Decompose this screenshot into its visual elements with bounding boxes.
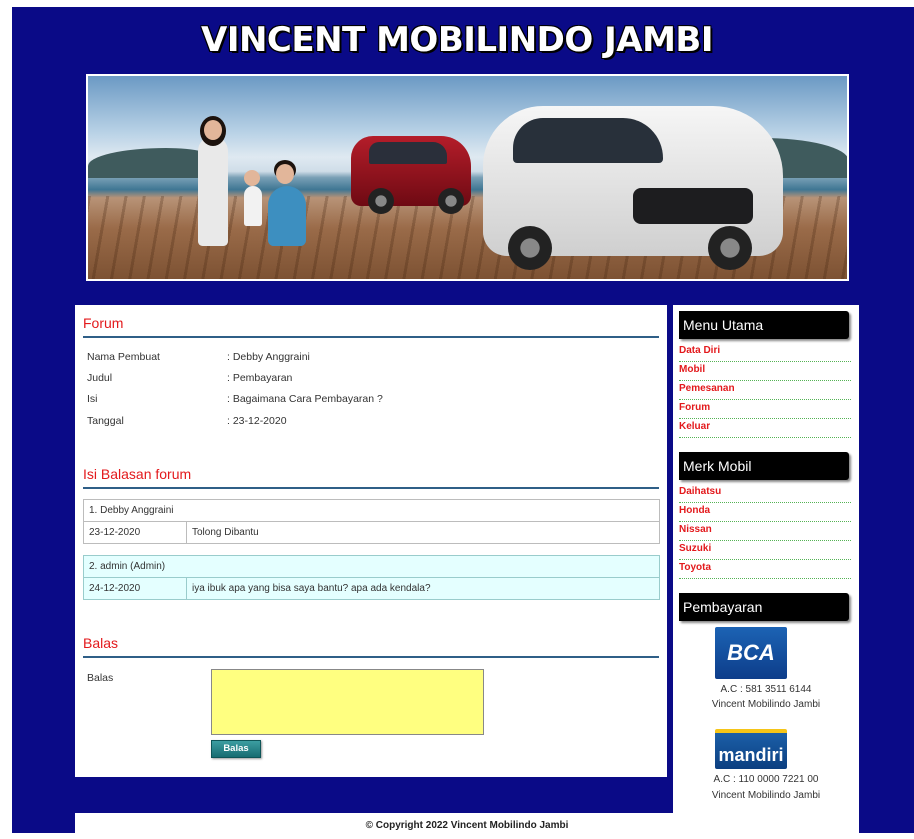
brand-link-suzuki[interactable]: Suzuki — [679, 541, 851, 560]
menu-link-forum[interactable]: Forum — [679, 400, 851, 419]
reply-body-row: 24-12-2020 iya ibuk apa yang bisa saya b… — [83, 577, 660, 600]
brand-link-honda[interactable]: Honda — [679, 503, 851, 522]
mandiri-holder: Vincent Mobilindo Jambi — [711, 790, 821, 801]
replies-heading: Isi Balasan forum — [83, 466, 659, 489]
mandiri-logo: mandiri — [715, 729, 787, 769]
reply-form-heading: Balas — [83, 635, 659, 658]
brand-heading: Merk Mobil — [679, 452, 849, 480]
menu-link-keluar[interactable]: Keluar — [679, 419, 851, 438]
info-row-date: Tanggal : 23-12-2020 — [87, 415, 287, 427]
reply-label: Balas — [87, 672, 114, 684]
info-row-title: Judul : Pembayaran — [87, 372, 292, 384]
reply-author-row: 1. Debby Anggraini — [83, 499, 660, 522]
menu-link-mobil[interactable]: Mobil — [679, 362, 851, 381]
info-value: : Bagaimana Cara Pembayaran ? — [227, 393, 383, 405]
forum-heading: Forum — [83, 315, 659, 338]
reply-entry: 2. admin (Admin) 24-12-2020 iya ibuk apa… — [83, 555, 660, 600]
brand-link-daihatsu[interactable]: Daihatsu — [679, 484, 851, 503]
info-value: : Pembayaran — [227, 372, 293, 384]
reply-message: Tolong Dibantu — [186, 521, 660, 544]
reply-date: 23-12-2020 — [83, 521, 187, 544]
info-value: : 23-12-2020 — [227, 415, 287, 427]
footer-copyright: © Copyright 2022 Vincent Mobilindo Jambi — [75, 813, 859, 833]
menu-heading: Menu Utama — [679, 311, 849, 339]
brand-link-nissan[interactable]: Nissan — [679, 522, 851, 541]
bca-logo: BCA — [715, 627, 787, 679]
reply-entry: 1. Debby Anggraini 23-12-2020 Tolong Dib… — [83, 499, 660, 544]
reply-message: iya ibuk apa yang bisa saya bantu? apa a… — [186, 577, 660, 600]
mandiri-account: A.C : 110 0000 7221 00 — [713, 774, 819, 785]
info-label: Tanggal — [87, 415, 124, 427]
info-value: : Debby Anggraini — [227, 351, 310, 363]
menu-link-data-diri[interactable]: Data Diri — [679, 343, 851, 362]
info-label: Nama Pembuat — [87, 351, 160, 363]
reply-textarea[interactable] — [211, 669, 484, 735]
reply-date: 24-12-2020 — [83, 577, 187, 600]
reply-author-row: 2. admin (Admin) — [83, 555, 660, 578]
reply-author: 1. Debby Anggraini — [83, 499, 660, 522]
main-content: Forum Nama Pembuat : Debby Anggraini Jud… — [75, 305, 667, 777]
menu-link-pemesanan[interactable]: Pemesanan — [679, 381, 851, 400]
info-label: Judul — [87, 372, 113, 384]
info-row-content: Isi : Bagaimana Cara Pembayaran ? — [87, 393, 383, 405]
info-row-creator: Nama Pembuat : Debby Anggraini — [87, 351, 310, 363]
bca-holder: Vincent Mobilindo Jambi — [711, 699, 821, 710]
reply-body-row: 23-12-2020 Tolong Dibantu — [83, 521, 660, 544]
sidebar: Menu Utama Data Diri Mobil Pemesanan For… — [673, 305, 859, 813]
reply-author: 2. admin (Admin) — [83, 555, 660, 578]
bca-account: A.C : 581 3511 6144 — [720, 684, 812, 695]
header-banner-image — [86, 74, 849, 281]
payment-heading: Pembayaran — [679, 593, 849, 621]
reply-submit-button[interactable]: Balas — [211, 740, 261, 758]
info-label: Isi — [87, 393, 98, 405]
brand-link-toyota[interactable]: Toyota — [679, 560, 851, 579]
site-title: VINCENT MOBILINDO JAMBI — [201, 20, 713, 60]
